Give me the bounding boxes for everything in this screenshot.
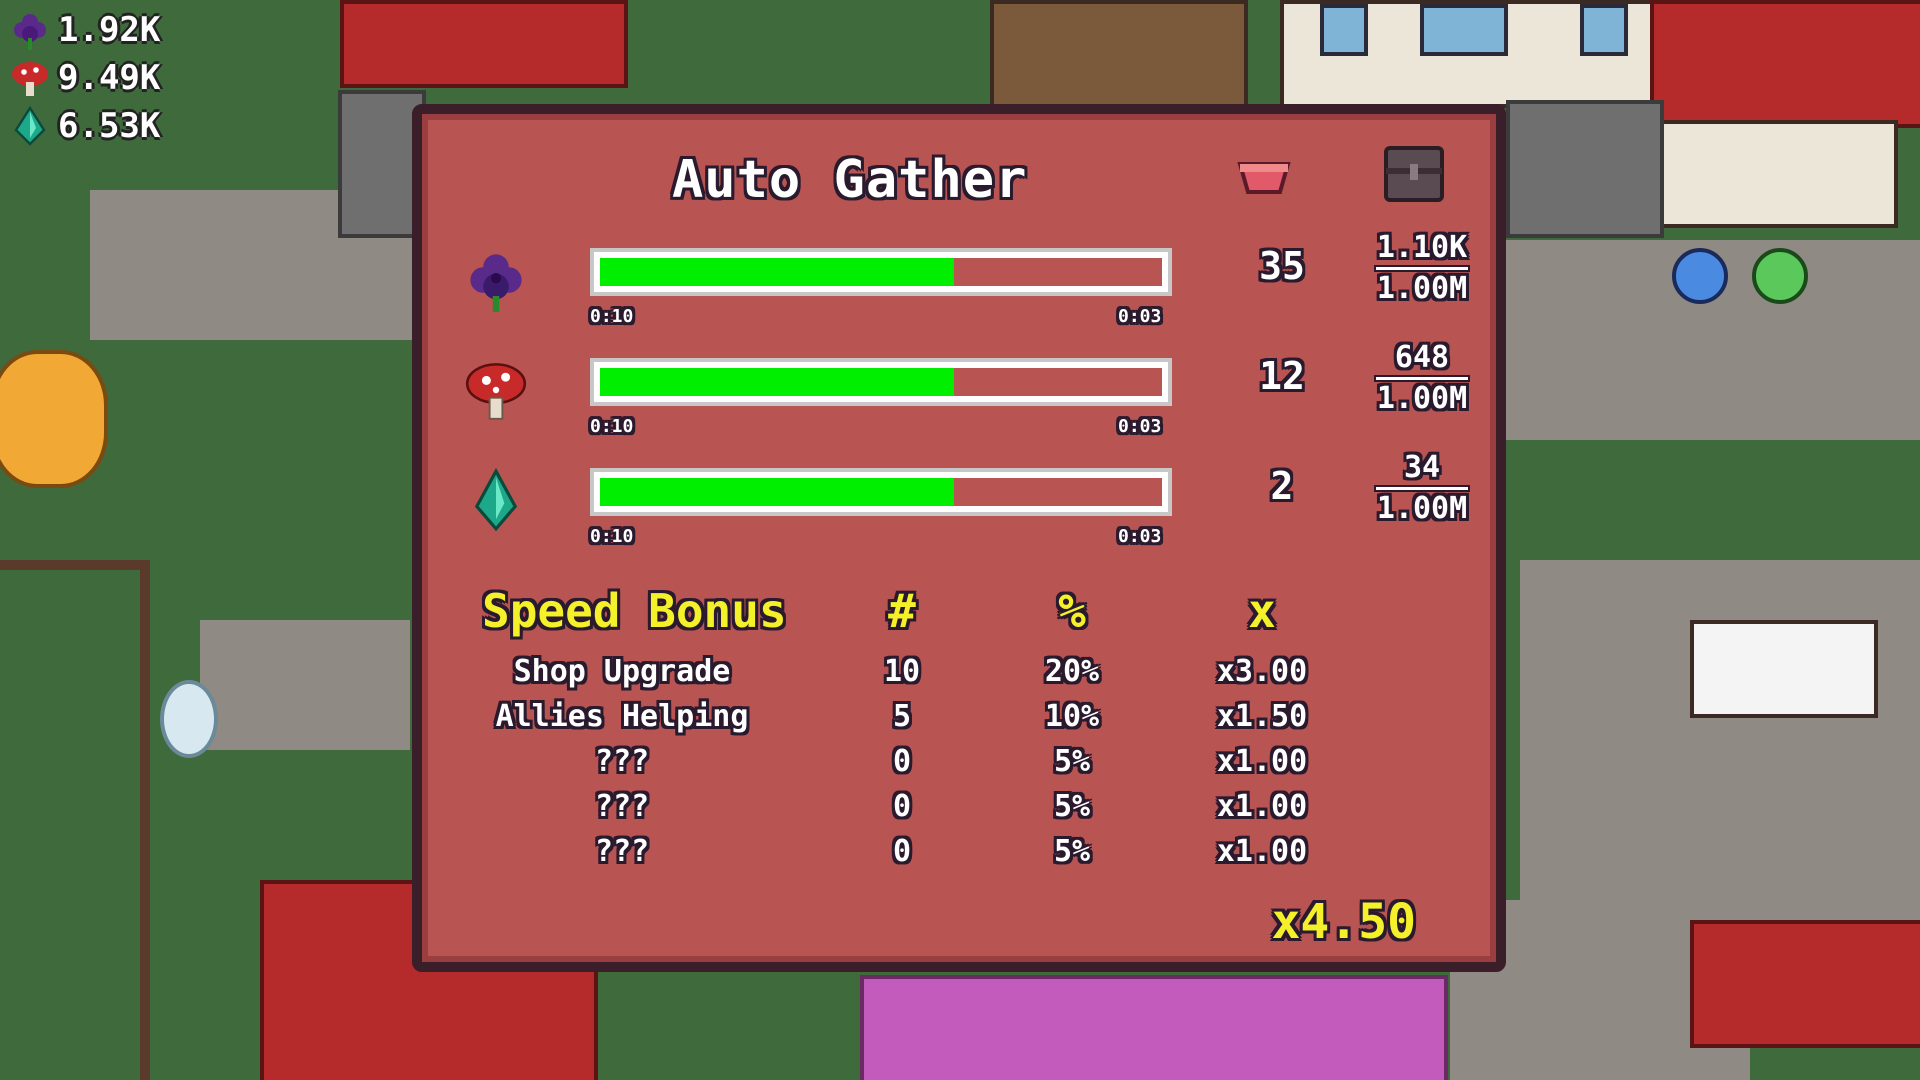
bonus-row: ??? 0 5% x1.00 — [422, 789, 1496, 833]
bonus-name: ??? — [594, 834, 650, 869]
bonus-percent: 20% — [1044, 654, 1100, 689]
mushroom-amount: 9.49K — [58, 58, 161, 98]
bonus-row: Allies Helping 5 10% x1.50 — [422, 699, 1496, 743]
house-roof — [340, 0, 628, 88]
house-roof — [1650, 0, 1920, 128]
egg-character[interactable] — [160, 680, 218, 758]
count-column-header: # — [888, 584, 916, 638]
fence — [140, 560, 150, 1080]
bonus-percent: 5% — [1053, 834, 1091, 869]
multiplier-column-header: x — [1248, 584, 1276, 638]
storage-fraction: 34 1.00M — [1362, 450, 1482, 527]
time-right: 0:03 — [1118, 306, 1162, 327]
flower-icon — [10, 10, 50, 50]
total-speed-multiplier: x4.50 — [1271, 894, 1417, 950]
bonus-name: Shop Upgrade — [513, 654, 731, 689]
bonus-row: ??? 0 5% x1.00 — [422, 834, 1496, 878]
bonus-count: 10 — [883, 654, 921, 689]
window — [1420, 4, 1508, 56]
gather-row-mushroom: 0:10 0:03 12 648 1.00M — [422, 340, 1496, 458]
gatherer-count: 12 — [1259, 354, 1305, 398]
stone-wall — [1506, 100, 1664, 238]
hud-resource-flower: 1.92K — [10, 6, 160, 54]
gather-row-crystal: 0:10 0:03 2 34 1.00M — [422, 450, 1496, 568]
storage-fraction: 1.10K 1.00M — [1362, 230, 1482, 307]
flower-icon — [464, 248, 528, 312]
gather-row-flower: 0:10 0:03 35 1.10K 1.00M — [422, 230, 1496, 348]
stored-amount: 648 — [1394, 340, 1450, 375]
bonus-name: ??? — [594, 744, 650, 779]
percent-column-header: % — [1058, 584, 1086, 638]
crystal-icon — [464, 467, 528, 532]
auto-gather-panel: Auto Gather 0:10 0:03 35 1.10K 1.00M 0:1… — [412, 104, 1506, 972]
panel-title: Auto Gather — [672, 150, 1028, 210]
gatherer-count: 35 — [1259, 244, 1305, 288]
bonus-multiplier: x1.00 — [1216, 744, 1308, 779]
storage-fraction: 648 1.00M — [1362, 340, 1482, 417]
gather-progress-bar — [590, 358, 1172, 406]
gather-progress-bar — [590, 248, 1172, 296]
flower-amount: 1.92K — [58, 10, 161, 50]
bonus-count: 0 — [892, 744, 912, 779]
crystal-amount: 6.53K — [58, 106, 161, 146]
snowy-rock — [1690, 620, 1878, 718]
bonus-name: ??? — [594, 789, 650, 824]
storage-capacity: 1.00M — [1376, 271, 1468, 306]
time-left: 0:10 — [590, 526, 634, 547]
tower-wall — [990, 0, 1248, 108]
time-left: 0:10 — [590, 416, 634, 437]
farm-field — [860, 975, 1448, 1080]
progress-fill — [600, 368, 955, 396]
window — [1580, 4, 1628, 56]
time-right: 0:03 — [1118, 416, 1162, 437]
blue-slime-ally[interactable] — [1672, 248, 1728, 304]
bonus-percent: 5% — [1053, 789, 1091, 824]
bonus-percent: 10% — [1044, 699, 1100, 734]
gatherer-count: 2 — [1270, 464, 1294, 508]
resource-hud: 1.92K 9.49K 6.53K — [10, 6, 160, 150]
storage-capacity: 1.00M — [1376, 491, 1468, 526]
mushroom-icon — [10, 58, 50, 98]
chest-icon — [1382, 144, 1446, 208]
green-slime-ally[interactable] — [1752, 248, 1808, 304]
bonus-count: 5 — [892, 699, 912, 734]
bonus-row: ??? 0 5% x1.00 — [422, 744, 1496, 788]
hud-resource-crystal: 6.53K — [10, 102, 160, 150]
mushroom-icon — [464, 358, 528, 422]
bonus-multiplier: x1.00 — [1216, 789, 1308, 824]
window — [1320, 4, 1368, 56]
crystal-icon — [10, 106, 50, 146]
progress-fill — [600, 478, 955, 506]
bonus-percent: 5% — [1053, 744, 1091, 779]
time-left: 0:10 — [590, 306, 634, 327]
house-wall — [1650, 120, 1898, 228]
speed-bonus-title: Speed Bonus — [482, 584, 787, 638]
dirt-path — [1520, 560, 1920, 920]
stored-amount: 34 — [1403, 450, 1441, 485]
house-roof — [1690, 920, 1920, 1048]
bonus-count: 0 — [892, 834, 912, 869]
dirt-path — [200, 620, 410, 750]
stored-amount: 1.10K — [1376, 230, 1468, 265]
basket-icon — [1236, 156, 1292, 200]
bonus-row: Shop Upgrade 10 20% x3.00 — [422, 654, 1496, 698]
bonus-multiplier: x1.50 — [1216, 699, 1308, 734]
autumn-tree — [0, 350, 108, 488]
bonus-multiplier: x1.00 — [1216, 834, 1308, 869]
progress-fill — [600, 258, 955, 286]
bonus-count: 0 — [892, 789, 912, 824]
storage-capacity: 1.00M — [1376, 381, 1468, 416]
gather-progress-bar — [590, 468, 1172, 516]
time-right: 0:03 — [1118, 526, 1162, 547]
hud-resource-mushroom: 9.49K — [10, 54, 160, 102]
bonus-multiplier: x3.00 — [1216, 654, 1308, 689]
fence — [0, 560, 150, 570]
bonus-name: Allies Helping — [495, 699, 749, 734]
